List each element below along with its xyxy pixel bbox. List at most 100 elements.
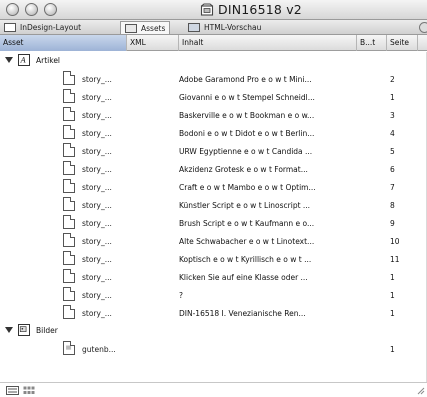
disclosure-triangle-icon[interactable] [5, 327, 13, 333]
asset-name: story_... [82, 93, 112, 102]
list-item[interactable]: gutenb... 1 [0, 340, 427, 357]
content-preview: DIN-16518 I. Venezianische Ren... [179, 309, 306, 318]
content-preview: ? [179, 291, 183, 300]
zoom-window-button[interactable] [44, 3, 57, 16]
thumbnail-view-icon[interactable] [23, 386, 35, 395]
tab-label: HTML-Vorschau [204, 23, 262, 32]
page-number: 5 [390, 147, 395, 156]
page-number: 8 [390, 201, 395, 210]
asset-name: story_... [82, 201, 112, 210]
svg-text:A: A [20, 56, 27, 65]
asset-name: story_... [82, 183, 112, 192]
asset-name: story_... [82, 129, 112, 138]
page-number: 6 [390, 165, 395, 174]
tab-bar: InDesign-Layout Assets HTML-Vorschau [0, 20, 427, 35]
assets-icon [125, 23, 137, 33]
content-preview: Craft e o w t Mambo e o w t Optim... [179, 183, 316, 192]
content-preview: Koptisch e o w t Kyrillisch e o w t ... [179, 255, 312, 264]
content-preview: Adobe Garamond Pro e o w t Mini... [179, 75, 312, 84]
disclosure-triangle-icon[interactable] [5, 57, 13, 63]
minimize-window-button[interactable] [25, 3, 38, 16]
list-item[interactable]: story_... URW Egyptienne e o w t Candida… [0, 142, 427, 159]
list-item[interactable]: story_... ? 1 [0, 286, 427, 303]
list-item[interactable]: story_... Künstler Script e o w t Linosc… [0, 196, 427, 213]
content-preview: URW Egyptienne e o w t Candida ... [179, 147, 313, 156]
page-number: 9 [390, 219, 395, 228]
asset-name: story_... [82, 147, 112, 156]
page-number: 2 [390, 75, 395, 84]
content-preview: Bodoni e o w t Didot e o w t Berlin... [179, 129, 315, 138]
asset-name: story_... [82, 273, 112, 282]
list-item[interactable]: story_... Alte Schwabacher e o w t Linot… [0, 232, 427, 249]
list-item[interactable]: story_... Brush Script e o w t Kaufmann … [0, 214, 427, 231]
story-document-icon [63, 269, 75, 283]
story-document-icon [63, 233, 75, 247]
list-item[interactable]: story_... Giovanni e o w t Stempel Schne… [0, 88, 427, 105]
window-title: DIN16518 v2 [218, 2, 302, 17]
content-preview: Akzidenz Grotesk e o w t Format... [179, 165, 308, 174]
asset-name: story_... [82, 237, 112, 246]
list-item[interactable]: story_... Adobe Garamond Pro e o w t Min… [0, 70, 427, 87]
list-view-icon[interactable] [6, 386, 19, 395]
tab-html-preview[interactable]: HTML-Vorschau [188, 21, 261, 34]
page-number: 4 [390, 129, 395, 138]
project-icon [200, 2, 214, 16]
asset-name: story_... [82, 75, 112, 84]
story-document-icon [63, 215, 75, 229]
page-number: 7 [390, 183, 395, 192]
tab-assets[interactable]: Assets [120, 21, 171, 34]
group-row-bilder[interactable]: Bilder [0, 322, 427, 339]
content-preview: Klicken Sie auf eine Klasse oder ... [179, 273, 308, 282]
group-row-artikel[interactable]: A Artikel [0, 52, 427, 69]
story-document-icon [63, 125, 75, 139]
asset-name: story_... [82, 255, 112, 264]
column-header-bt[interactable]: B...t [357, 35, 387, 51]
panel-footer [0, 382, 427, 397]
page-number: 3 [390, 111, 395, 120]
list-item[interactable]: story_... Akzidenz Grotesk e o w t Forma… [0, 160, 427, 177]
html-preview-icon [188, 23, 200, 32]
column-header-inhalt[interactable]: Inhalt [179, 35, 357, 51]
list-item[interactable]: story_... Klicken Sie auf eine Klasse od… [0, 268, 427, 285]
story-document-icon [63, 143, 75, 157]
content-preview: Künstler Script e o w t Linoscript ... [179, 201, 311, 210]
content-preview: Alte Schwabacher e o w t Linotext... [179, 237, 315, 246]
resize-grip-icon[interactable] [417, 387, 425, 395]
tab-label: Assets [141, 23, 166, 33]
asset-name: gutenb... [82, 345, 116, 354]
column-header-overflow [418, 35, 427, 51]
window-titlebar[interactable]: DIN16518 v2 [0, 0, 427, 20]
page-number: 10 [390, 237, 400, 246]
close-window-button[interactable] [6, 3, 19, 16]
list-item[interactable]: story_... Bodoni e o w t Didot e o w t B… [0, 124, 427, 141]
story-document-icon [63, 197, 75, 211]
tab-indesign-layout[interactable]: InDesign-Layout [4, 21, 81, 34]
page-number: 1 [390, 93, 395, 102]
content-preview: Brush Script e o w t Kaufmann e o... [179, 219, 315, 228]
list-item[interactable]: story_... Baskerville e o w t Bookman e … [0, 106, 427, 123]
content-preview: Giovanni e o w t Stempel Schneidl... [179, 93, 315, 102]
column-header-xml[interactable]: XML [127, 35, 179, 51]
asset-name: story_... [82, 291, 112, 300]
page-number: 1 [390, 309, 395, 318]
story-document-icon [63, 251, 75, 265]
asset-name: story_... [82, 111, 112, 120]
story-document-icon [63, 287, 75, 301]
tab-label: InDesign-Layout [20, 23, 82, 32]
content-preview: Baskerville e o w t Bookman e o w... [179, 111, 315, 120]
story-document-icon [63, 305, 75, 319]
column-header-asset[interactable]: Asset [0, 35, 127, 51]
list-item[interactable]: story_... DIN-16518 I. Venezianische Ren… [0, 304, 427, 321]
story-document-icon [63, 161, 75, 175]
images-group-icon [18, 324, 30, 336]
tab-bar-close-icon[interactable] [419, 22, 427, 33]
page-number: 1 [390, 345, 395, 354]
story-document-icon [63, 89, 75, 103]
story-document-icon [63, 71, 75, 85]
list-item[interactable]: story_... Koptisch e o w t Kyrillisch e … [0, 250, 427, 267]
asset-name: story_... [82, 219, 112, 228]
list-item[interactable]: story_... Craft e o w t Mambo e o w t Op… [0, 178, 427, 195]
column-header-seite[interactable]: Seite [387, 35, 418, 51]
asset-list: A Artikel story_... Adobe Garamond Pro e… [0, 52, 427, 380]
article-group-icon: A [18, 54, 30, 66]
